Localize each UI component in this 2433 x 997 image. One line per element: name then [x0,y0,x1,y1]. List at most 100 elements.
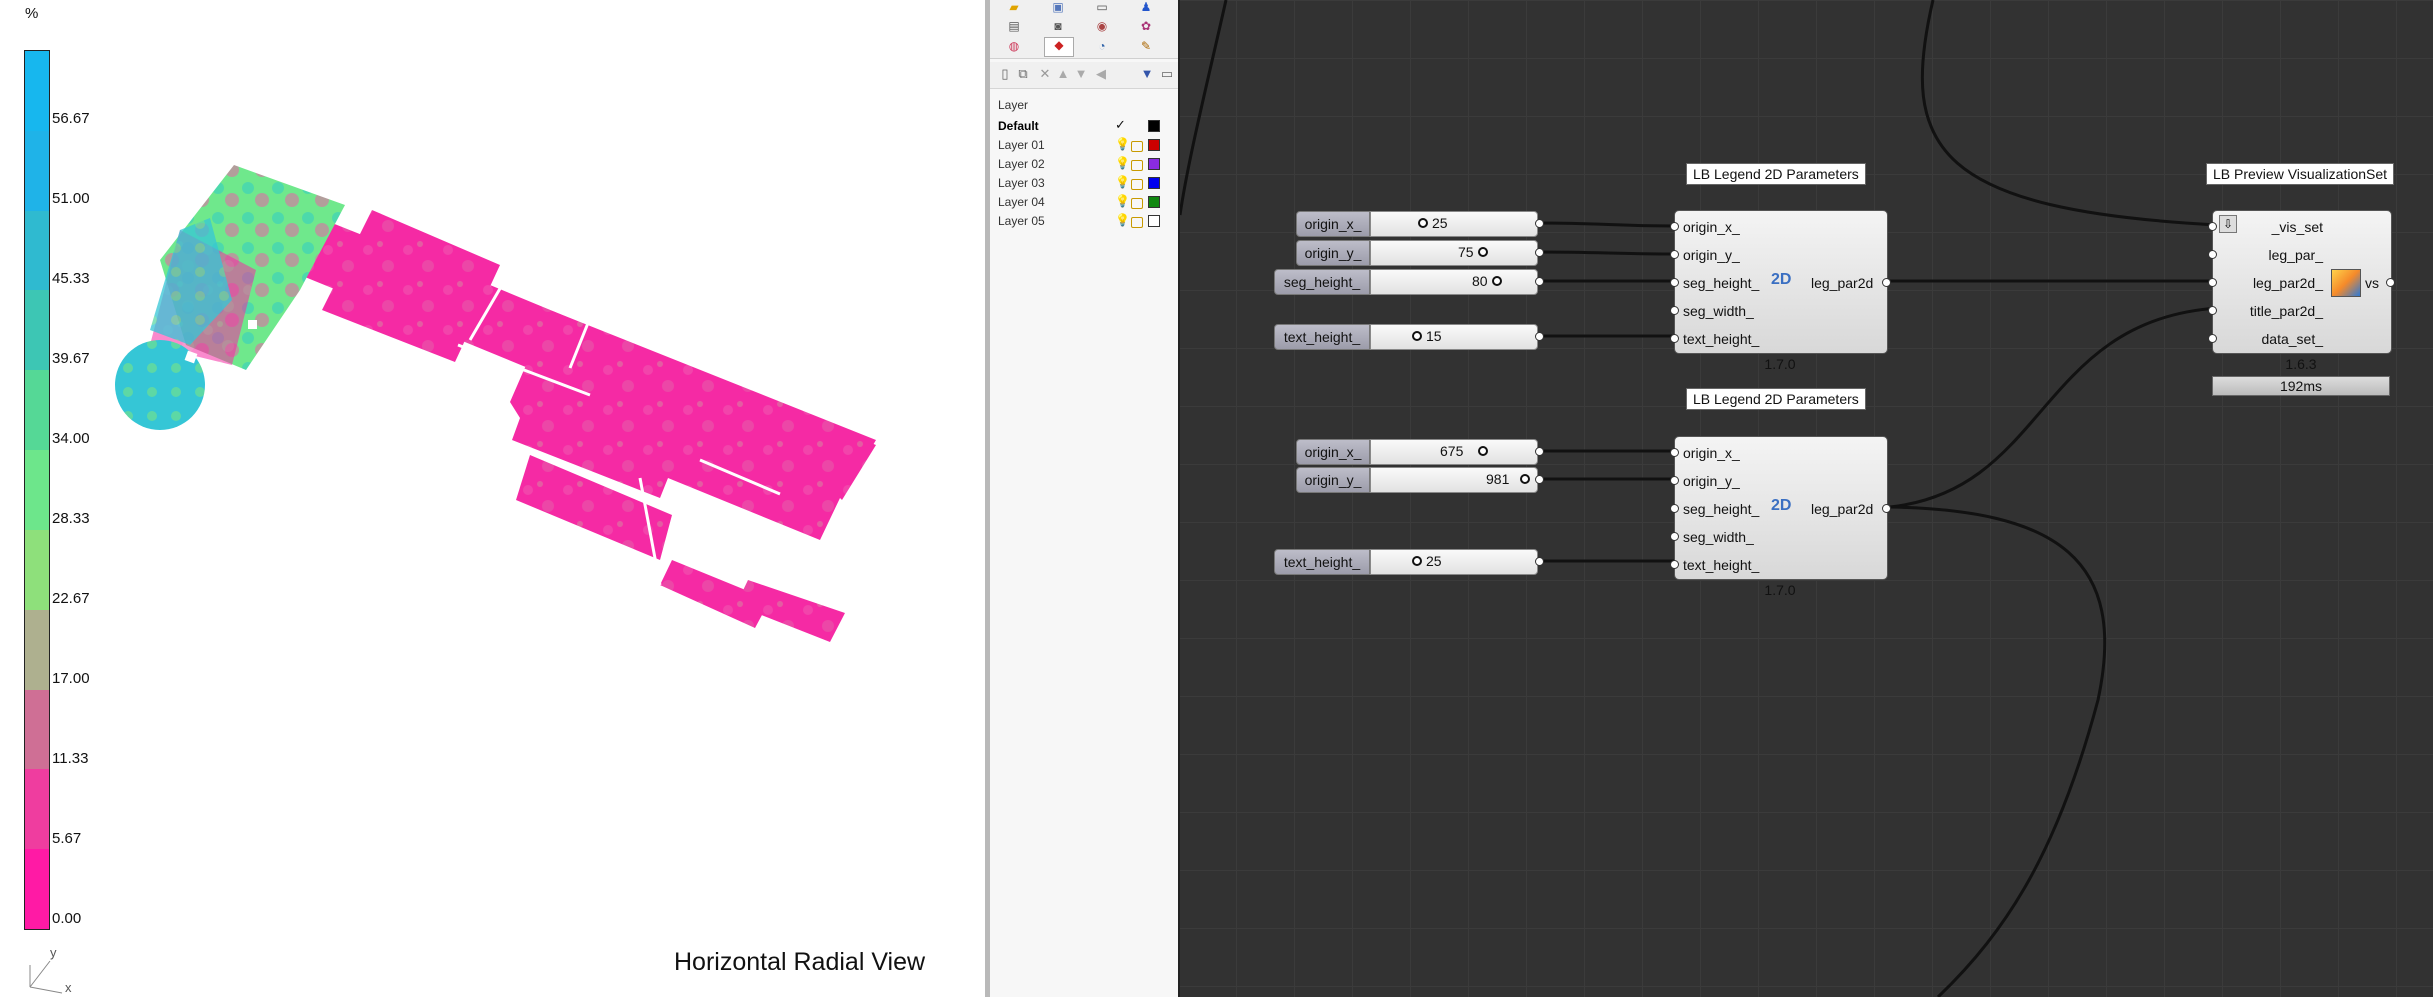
output-port[interactable] [1882,504,1891,513]
input-param[interactable]: seg_width_ [1683,529,1754,545]
number-slider[interactable]: text_height_ 15 [1274,324,1540,350]
color-wheel-icon[interactable]: ◍ [1006,39,1022,53]
output-param[interactable]: vs [2365,275,2379,291]
tools-icon[interactable]: ▭ [1160,67,1174,81]
move-up-icon[interactable]: ▲ [1056,67,1070,81]
display-icon[interactable]: ▭ [1094,0,1110,14]
legend-2d-component[interactable]: origin_x_ origin_y_ seg_height_ seg_width_ t… [1674,436,1888,580]
new-layer-icon[interactable]: ▯ [998,67,1012,81]
layer-row[interactable]: Layer 04 💡 [998,193,1173,211]
new-sublayer-icon[interactable]: ⧉ [1016,67,1030,81]
layer-row[interactable]: Default ✓ [998,117,1173,135]
input-port[interactable] [2208,278,2217,287]
input-port[interactable] [1670,532,1679,541]
output-param[interactable]: leg_par2d [1811,275,1873,291]
layer-color-swatch[interactable] [1148,158,1160,170]
input-port[interactable] [1670,306,1679,315]
visibility-bulb-icon[interactable]: 💡 [1115,194,1130,208]
slider-bar[interactable] [1370,467,1538,493]
filter-icon[interactable]: ▼ [1140,67,1154,81]
slider-bar[interactable] [1370,324,1538,350]
lock-icon[interactable] [1131,198,1143,209]
slider-bar[interactable] [1370,211,1538,237]
preview-visualizationset-component[interactable]: ⇩ _vis_set leg_par_ leg_par2d_ title_par2d_… [2212,210,2392,354]
input-param[interactable]: leg_par2d_ [2253,275,2323,291]
slider-output-port[interactable] [1535,475,1544,484]
input-param[interactable]: _vis_set [2272,219,2323,235]
render-icon[interactable]: ◔ [1094,39,1110,53]
input-param[interactable]: origin_y_ [1683,247,1740,263]
number-slider[interactable]: seg_height_ 80 [1274,269,1540,295]
input-param[interactable]: seg_width_ [1683,303,1754,319]
delete-layer-icon[interactable]: ✕ [1038,67,1052,81]
layer-row[interactable]: Layer 05 💡 [998,212,1173,230]
input-port[interactable] [2208,222,2217,231]
legend-2d-component[interactable]: origin_x_ origin_y_ seg_height_ seg_width_ t… [1674,210,1888,354]
slider-bar[interactable] [1370,549,1538,575]
move-down-icon[interactable]: ▼ [1074,67,1088,81]
notification-bell-icon[interactable]: ♟ [1138,0,1154,14]
output-param[interactable]: leg_par2d [1811,501,1873,517]
input-port[interactable] [1670,222,1679,231]
input-port[interactable] [2208,250,2217,259]
input-param[interactable]: data_set_ [2262,331,2324,347]
layer-color-swatch[interactable] [1148,196,1160,208]
input-port[interactable] [1670,278,1679,287]
input-param[interactable]: origin_y_ [1683,473,1740,489]
layers-tab-icon[interactable]: ◆ [1044,37,1074,57]
input-port[interactable] [1670,334,1679,343]
layer-color-swatch[interactable] [1148,177,1160,189]
current-layer-check-icon[interactable]: ✓ [1115,117,1126,133]
slider-output-port[interactable] [1535,219,1544,228]
input-port[interactable] [1670,448,1679,457]
layer-row[interactable]: Layer 01 💡 [998,136,1173,154]
slider-knob[interactable] [1520,474,1530,484]
move-left-icon[interactable]: ◀ [1094,67,1108,81]
visibility-bulb-icon[interactable]: 💡 [1115,175,1130,189]
output-port[interactable] [1882,278,1891,287]
visibility-bulb-icon[interactable]: 💡 [1115,137,1130,151]
lock-icon[interactable] [1131,217,1143,228]
texture-icon[interactable]: ✿ [1138,19,1154,33]
number-slider[interactable]: text_height_ 25 [1274,549,1540,575]
input-port[interactable] [1670,560,1679,569]
layer-stack-icon[interactable]: ▤ [1006,19,1022,33]
layer-row[interactable]: Layer 02 💡 [998,155,1173,173]
slider-knob[interactable] [1412,556,1422,566]
slider-output-port[interactable] [1535,557,1544,566]
grasshopper-canvas[interactable]: origin_x_ 25 origin_y_ 75 seg_height_ 80… [1178,0,2433,997]
layer-color-swatch[interactable] [1148,120,1160,132]
input-port[interactable] [1670,250,1679,259]
input-param[interactable]: title_par2d_ [2250,303,2323,319]
slider-knob[interactable] [1478,247,1488,257]
camera-icon[interactable]: ◙ [1050,19,1066,33]
input-port[interactable] [2208,306,2217,315]
input-port[interactable] [2208,334,2217,343]
properties-icon[interactable]: ▣ [1050,0,1066,14]
output-port[interactable] [2386,278,2395,287]
input-param[interactable]: origin_x_ [1683,445,1740,461]
slider-knob[interactable] [1478,446,1488,456]
material-icon[interactable]: ◉ [1094,19,1110,33]
brush-icon[interactable]: ✎ [1138,39,1154,53]
input-param[interactable]: text_height_ [1683,331,1759,347]
input-param[interactable]: origin_x_ [1683,219,1740,235]
input-param[interactable]: text_height_ [1683,557,1759,573]
lock-icon[interactable] [1131,141,1143,152]
lock-icon[interactable] [1131,179,1143,190]
number-slider[interactable]: origin_x_ 25 [1296,211,1540,237]
slider-output-port[interactable] [1535,277,1544,286]
layer-color-swatch[interactable] [1148,215,1160,227]
slider-knob[interactable] [1412,331,1422,341]
visibility-bulb-icon[interactable]: 💡 [1115,213,1130,227]
layer-color-swatch[interactable] [1148,139,1160,151]
input-port[interactable] [1670,504,1679,513]
number-slider[interactable]: origin_y_ 981 [1296,467,1540,493]
lock-icon[interactable] [1131,160,1143,171]
visibility-bulb-icon[interactable]: 💡 [1115,156,1130,170]
slider-bar[interactable] [1370,269,1538,295]
slider-knob[interactable] [1492,276,1502,286]
slider-output-port[interactable] [1535,447,1544,456]
rhino-viewport[interactable]: % 56.67 51.00 45.33 39.67 34.00 28.33 22.67 17.… [0,0,985,997]
number-slider[interactable]: origin_y_ 75 [1296,240,1540,266]
